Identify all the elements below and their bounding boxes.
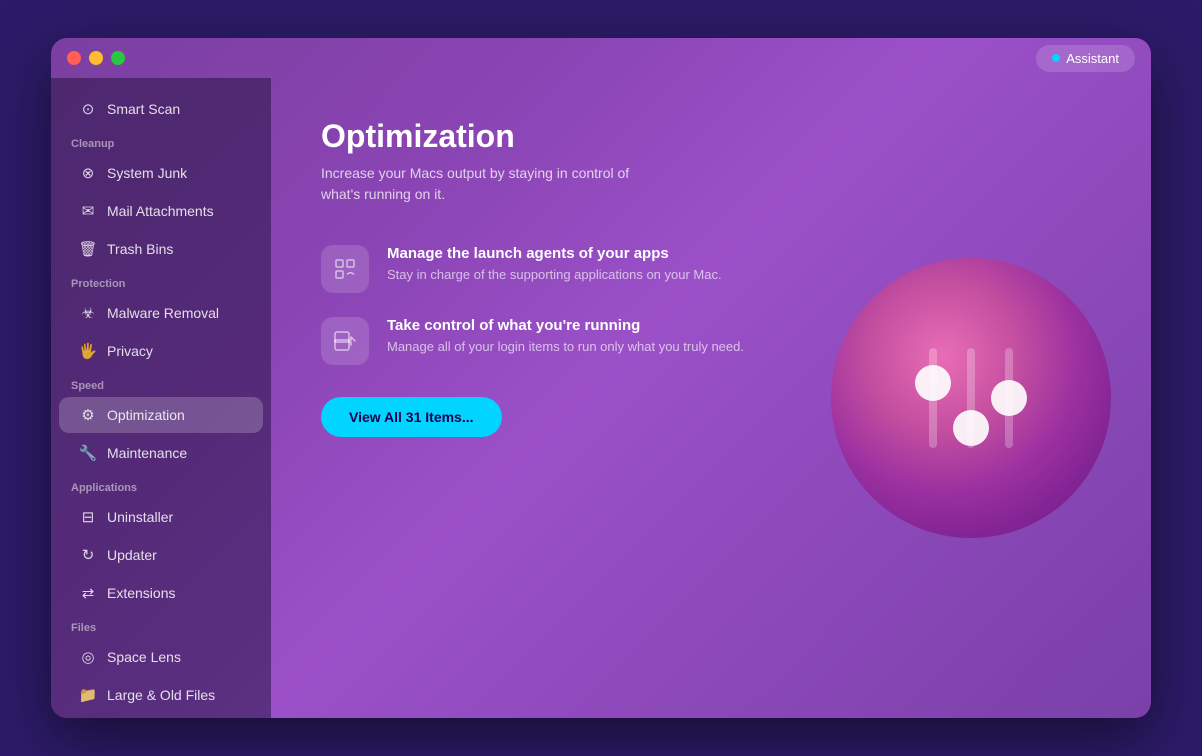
page-title: Optimization xyxy=(321,118,1101,155)
sidebar-item-uninstaller[interactable]: ⊟ Uninstaller xyxy=(59,499,263,535)
feature-desc-launch-agents: Stay in charge of the supporting applica… xyxy=(387,266,722,284)
feature-text-login-items: Take control of what you're running Mana… xyxy=(387,317,744,356)
sidebar-item-trash-bins[interactable]: 🗑 Trash Bins xyxy=(59,231,263,267)
illustration-circle xyxy=(831,258,1111,538)
sidebar-item-optimization[interactable]: ⚙ Optimization xyxy=(59,397,263,433)
smart-scan-icon: ⊙ xyxy=(79,100,97,118)
feature-item-launch-agents: Manage the launch agents of your apps St… xyxy=(321,245,801,293)
sidebar-label-malware-removal: Malware Removal xyxy=(107,305,219,321)
feature-desc-login-items: Manage all of your login items to run on… xyxy=(387,338,744,356)
login-items-icon xyxy=(321,317,369,365)
sidebar-label-extensions: Extensions xyxy=(107,585,175,601)
assistant-button[interactable]: Assistant xyxy=(1036,45,1135,72)
sidebar-item-extensions[interactable]: ⇄ Extensions xyxy=(59,575,263,611)
section-label-protection: Protection xyxy=(51,268,271,294)
sidebar-item-maintenance[interactable]: 🔧 Maintenance xyxy=(59,435,263,471)
content-area: ⊙ Smart Scan Cleanup ⊗ System Junk ✉ Mai… xyxy=(51,78,1151,718)
section-label-speed: Speed xyxy=(51,370,271,396)
sidebar-label-uninstaller: Uninstaller xyxy=(107,509,173,525)
maximize-button[interactable] xyxy=(111,51,125,65)
main-content: Optimization Increase your Macs output b… xyxy=(271,78,1151,718)
minimize-button[interactable] xyxy=(89,51,103,65)
sidebar-label-space-lens: Space Lens xyxy=(107,649,181,665)
space-lens-icon: ◎ xyxy=(79,648,97,666)
view-all-button[interactable]: View All 31 Items... xyxy=(321,397,502,437)
updater-icon: ↻ xyxy=(79,546,97,564)
sidebar-item-malware-removal[interactable]: ☣ Malware Removal xyxy=(59,295,263,331)
sidebar-label-system-junk: System Junk xyxy=(107,165,187,181)
sliders-svg xyxy=(891,318,1051,478)
sidebar-item-shredder[interactable]: ⚀ Shredder xyxy=(59,715,263,718)
sidebar-label-mail-attachments: Mail Attachments xyxy=(107,203,214,219)
trash-bins-icon: 🗑 xyxy=(79,240,97,258)
traffic-lights xyxy=(67,51,125,65)
section-label-applications: Applications xyxy=(51,472,271,498)
sidebar-item-privacy[interactable]: 🖐 Privacy xyxy=(59,333,263,369)
page-subtitle: Increase your Macs output by staying in … xyxy=(321,163,641,205)
launch-agents-icon xyxy=(321,245,369,293)
sidebar-item-space-lens[interactable]: ◎ Space Lens xyxy=(59,639,263,675)
extensions-icon: ⇄ xyxy=(79,584,97,602)
optimization-illustration xyxy=(831,258,1111,538)
section-label-cleanup: Cleanup xyxy=(51,128,271,154)
feature-title-login-items: Take control of what you're running xyxy=(387,317,744,334)
system-junk-icon: ⊗ xyxy=(79,164,97,182)
maintenance-icon: 🔧 xyxy=(79,444,97,462)
section-label-files: Files xyxy=(51,612,271,638)
privacy-icon: 🖐 xyxy=(79,342,97,360)
malware-removal-icon: ☣ xyxy=(79,304,97,322)
sidebar-label-optimization: Optimization xyxy=(107,407,185,423)
sidebar-label-maintenance: Maintenance xyxy=(107,445,187,461)
titlebar: Assistant xyxy=(51,38,1151,78)
sidebar-item-smart-scan[interactable]: ⊙ Smart Scan xyxy=(59,91,263,127)
sidebar: ⊙ Smart Scan Cleanup ⊗ System Junk ✉ Mai… xyxy=(51,78,271,718)
mail-attachments-icon: ✉ xyxy=(79,202,97,220)
sidebar-item-system-junk[interactable]: ⊗ System Junk xyxy=(59,155,263,191)
feature-title-launch-agents: Manage the launch agents of your apps xyxy=(387,245,722,262)
sidebar-item-updater[interactable]: ↻ Updater xyxy=(59,537,263,573)
sidebar-label-trash-bins: Trash Bins xyxy=(107,241,173,257)
close-button[interactable] xyxy=(67,51,81,65)
sidebar-item-large-old-files[interactable]: 📁 Large & Old Files xyxy=(59,677,263,713)
sidebar-label-privacy: Privacy xyxy=(107,343,153,359)
feature-text-launch-agents: Manage the launch agents of your apps St… xyxy=(387,245,722,284)
uninstaller-icon: ⊟ xyxy=(79,508,97,526)
feature-item-login-items: Take control of what you're running Mana… xyxy=(321,317,801,365)
sidebar-label-large-old-files: Large & Old Files xyxy=(107,687,215,703)
large-old-files-icon: 📁 xyxy=(79,686,97,704)
sidebar-label-smart-scan: Smart Scan xyxy=(107,101,180,117)
assistant-label: Assistant xyxy=(1066,51,1119,66)
feature-list: Manage the launch agents of your apps St… xyxy=(321,245,801,365)
app-window: Assistant ⊙ Smart Scan Cleanup ⊗ System … xyxy=(51,38,1151,718)
sidebar-item-mail-attachments[interactable]: ✉ Mail Attachments xyxy=(59,193,263,229)
assistant-dot-icon xyxy=(1052,54,1060,62)
sidebar-label-updater: Updater xyxy=(107,547,157,563)
optimization-icon: ⚙ xyxy=(79,406,97,424)
